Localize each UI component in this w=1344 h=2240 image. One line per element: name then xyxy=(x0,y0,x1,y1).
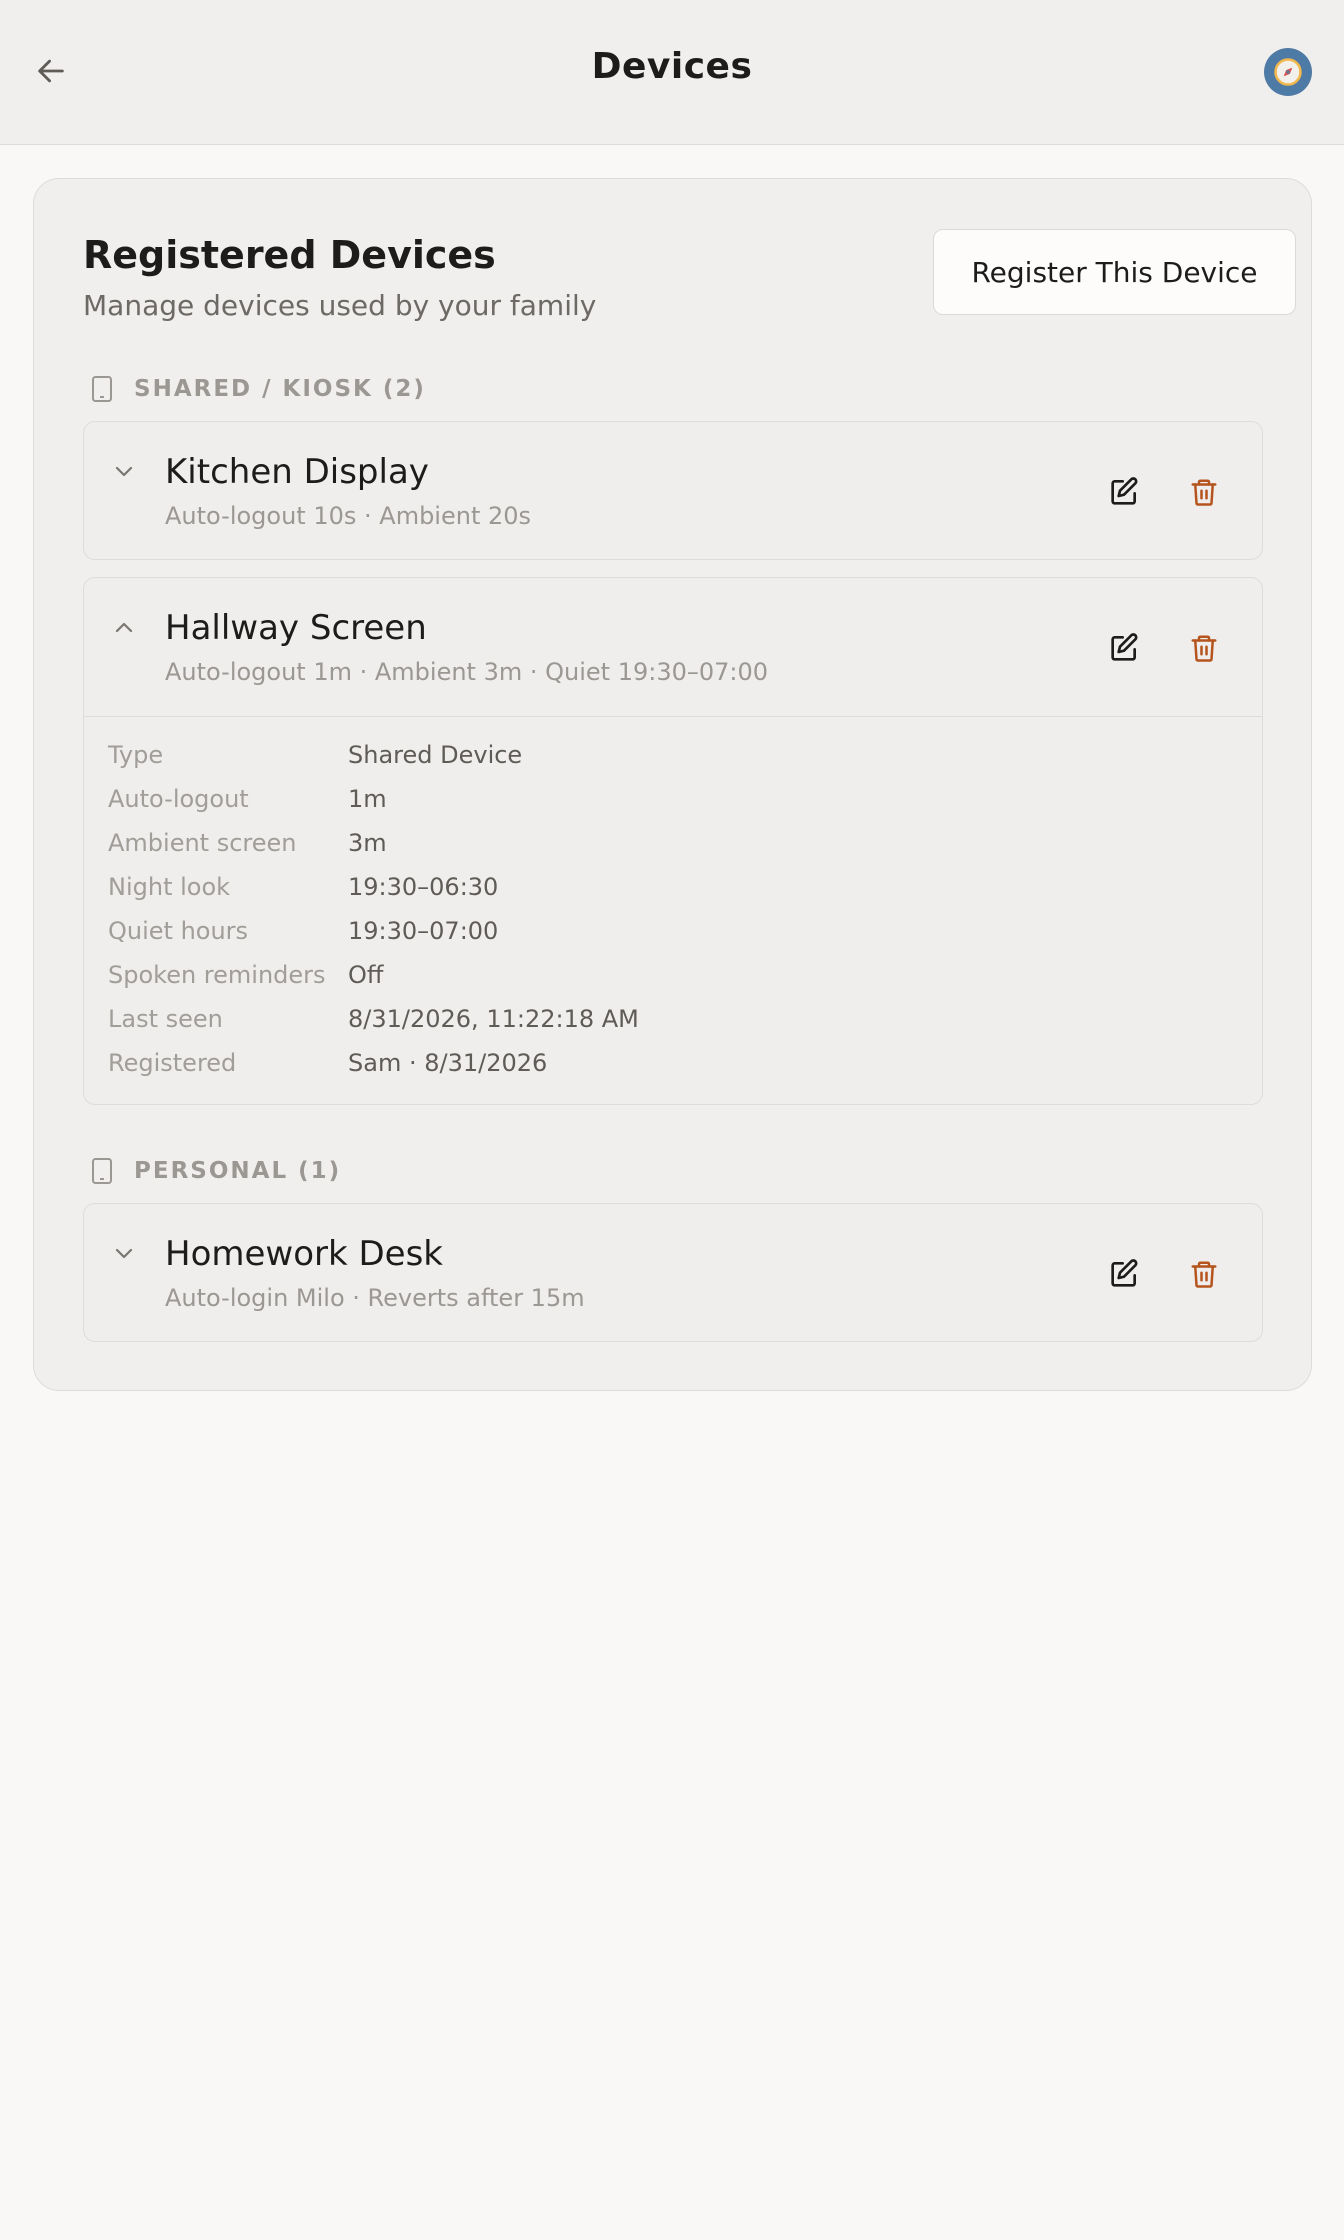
detail-row-registered: Registered Sam · 8/31/2026 xyxy=(108,1049,1262,1093)
detail-row-quiet-hours: Quiet hours 19:30–07:00 xyxy=(108,917,1262,961)
delete-device-button[interactable] xyxy=(1182,626,1226,670)
edit-device-button[interactable] xyxy=(1102,626,1146,670)
edit-device-button[interactable] xyxy=(1102,470,1146,514)
detail-value: 1m xyxy=(348,785,387,813)
trash-icon xyxy=(1191,1261,1217,1288)
device-name: Homework Desk xyxy=(165,1234,443,1274)
page-title: Devices xyxy=(591,46,753,87)
detail-row-spoken-reminders: Spoken reminders Off xyxy=(108,961,1262,1005)
device-name: Kitchen Display xyxy=(165,452,429,492)
device-card-hallway-screen: Hallway Screen Auto-logout 1m · Ambient … xyxy=(83,577,1263,1105)
detail-label: Last seen xyxy=(108,1005,223,1033)
detail-row-ambient-screen: Ambient screen 3m xyxy=(108,829,1262,873)
detail-label: Ambient screen xyxy=(108,829,297,857)
expand-toggle[interactable] xyxy=(106,454,142,490)
expand-toggle[interactable] xyxy=(106,610,142,646)
detail-label: Type xyxy=(108,741,164,769)
detail-value: 8/31/2026, 11:22:18 AM xyxy=(348,1005,639,1033)
device-name: Hallway Screen xyxy=(165,608,427,648)
register-device-button[interactable]: Register This Device xyxy=(933,229,1296,315)
section-header-shared: SHARED / KIOSK (2) xyxy=(90,375,426,403)
section-label: SHARED / KIOSK (2) xyxy=(134,376,426,402)
detail-label: Night look xyxy=(108,873,231,901)
delete-device-button[interactable] xyxy=(1182,1252,1226,1296)
device-summary: Auto-logout 10s · Ambient 20s xyxy=(165,502,532,530)
device-summary: Auto-logout 1m · Ambient 3m · Quiet 19:3… xyxy=(165,658,769,686)
device-card-header[interactable]: Homework Desk Auto-login Milo · Reverts … xyxy=(84,1204,1262,1342)
device-card-homework-desk: Homework Desk Auto-login Milo · Reverts … xyxy=(83,1203,1263,1342)
chevron-up-icon xyxy=(115,622,133,633)
detail-label: Auto-logout xyxy=(108,785,249,813)
chevron-down-icon xyxy=(115,466,133,477)
trash-icon xyxy=(1191,479,1217,506)
tablet-icon xyxy=(92,1158,112,1184)
edit-device-button[interactable] xyxy=(1102,1252,1146,1296)
detail-label: Registered xyxy=(108,1049,237,1077)
panel-title: Registered Devices xyxy=(83,233,496,277)
edit-icon xyxy=(1111,477,1138,505)
detail-row-auto-logout: Auto-logout 1m xyxy=(108,785,1262,829)
chevron-down-icon xyxy=(115,1248,133,1259)
delete-device-button[interactable] xyxy=(1182,470,1226,514)
edit-icon xyxy=(1111,1259,1138,1287)
top-bar: Devices xyxy=(0,0,1344,145)
panel-subtitle: Manage devices used by your family xyxy=(83,289,597,322)
detail-value: Off xyxy=(348,961,384,989)
device-summary: Auto-login Milo · Reverts after 15m xyxy=(165,1284,585,1312)
detail-value: 19:30–07:00 xyxy=(348,917,499,945)
detail-label: Spoken reminders xyxy=(108,961,326,989)
detail-value: Shared Device xyxy=(348,741,523,769)
section-label: PERSONAL (1) xyxy=(134,1158,342,1184)
edit-icon xyxy=(1111,633,1138,661)
tablet-icon xyxy=(92,376,112,402)
device-card-kitchen-display: Kitchen Display Auto-logout 10s · Ambien… xyxy=(83,421,1263,560)
device-card-header[interactable]: Kitchen Display Auto-logout 10s · Ambien… xyxy=(84,422,1262,560)
avatar[interactable] xyxy=(1264,48,1312,96)
trash-icon xyxy=(1191,635,1217,662)
device-card-header[interactable]: Hallway Screen Auto-logout 1m · Ambient … xyxy=(84,578,1262,716)
detail-label: Quiet hours xyxy=(108,917,249,945)
device-details: Type Shared Device Auto-logout 1m Ambien… xyxy=(84,716,1262,1109)
detail-value: 19:30–06:30 xyxy=(348,873,499,901)
detail-row-night-look: Night look 19:30–06:30 xyxy=(108,873,1262,917)
expand-toggle[interactable] xyxy=(106,1236,142,1272)
detail-value: 3m xyxy=(348,829,387,857)
registered-devices-panel: Registered Devices Manage devices used b… xyxy=(33,178,1312,1391)
detail-row-last-seen: Last seen 8/31/2026, 11:22:18 AM xyxy=(108,1005,1262,1049)
section-header-personal: PERSONAL (1) xyxy=(90,1157,341,1185)
detail-value: Sam · 8/31/2026 xyxy=(348,1049,548,1077)
detail-row-type: Type Shared Device xyxy=(108,741,1262,785)
compass-icon xyxy=(1274,58,1302,86)
